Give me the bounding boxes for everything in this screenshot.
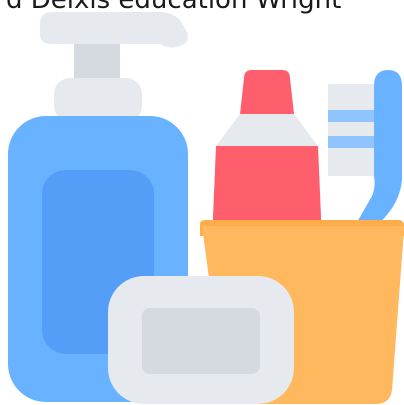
brush-stripe-bottom: [328, 136, 376, 148]
toothpaste-tube-icon: [212, 70, 322, 240]
soap-bar-inner: [142, 308, 260, 374]
soap-bar-icon: [108, 276, 294, 404]
toothbrush-icon: [328, 70, 402, 232]
pump-nozzle: [40, 12, 188, 48]
toiletries-illustration: [8, 12, 404, 404]
tube-cap: [240, 70, 294, 114]
brush-stripe-top: [328, 110, 376, 122]
brush-bristles: [328, 84, 376, 176]
tube-shoulder: [216, 114, 318, 146]
pump-collar: [54, 78, 142, 122]
